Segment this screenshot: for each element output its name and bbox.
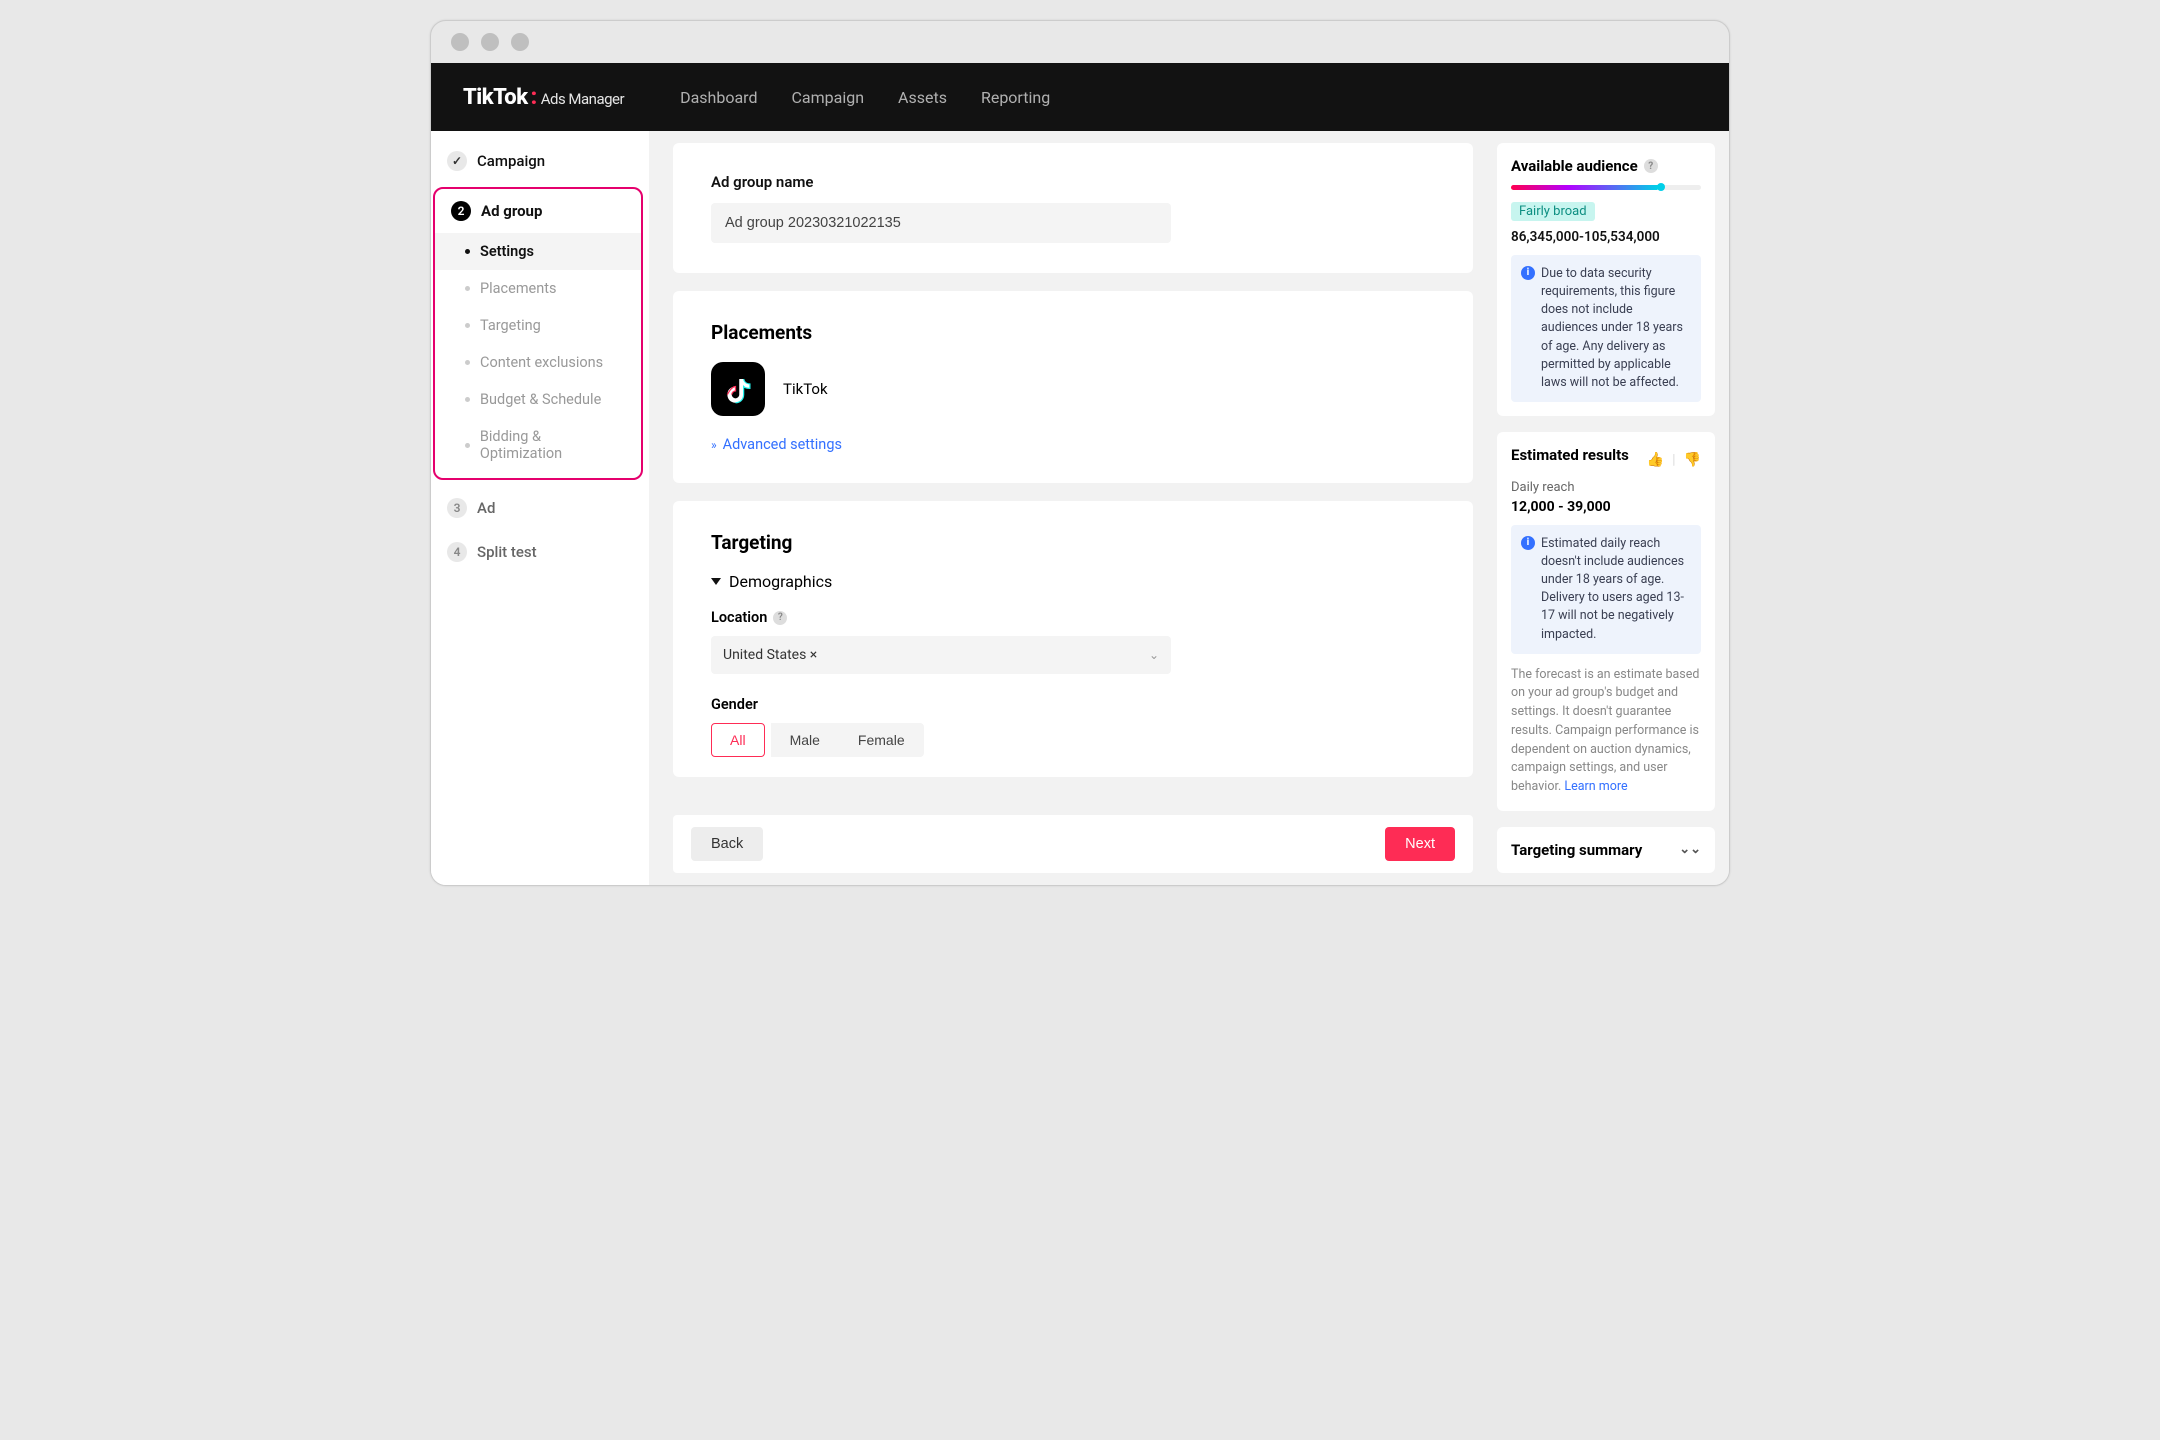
chevron-double-down-icon: » bbox=[711, 438, 717, 452]
gender-female-button[interactable]: Female bbox=[839, 723, 924, 757]
info-icon: i bbox=[1521, 536, 1535, 550]
forecast-text: The forecast is an estimate based on you… bbox=[1511, 666, 1701, 797]
window-control-close[interactable] bbox=[451, 33, 469, 51]
audience-info-text: Due to data security requirements, this … bbox=[1541, 265, 1691, 392]
daily-reach-label: Daily reach bbox=[1511, 480, 1701, 495]
step-4-badge: 4 bbox=[447, 542, 467, 562]
thumbs-up-icon[interactable]: 👍 bbox=[1647, 452, 1664, 468]
sidebar-item-label: Settings bbox=[480, 243, 534, 260]
gender-all-button[interactable]: All bbox=[711, 723, 765, 757]
placements-title: Placements bbox=[711, 321, 1435, 344]
help-icon[interactable]: ? bbox=[1644, 159, 1658, 173]
step-campaign[interactable]: ✓ Campaign bbox=[431, 139, 649, 183]
brand-sub: Ads Manager bbox=[541, 90, 624, 108]
step-campaign-label: Campaign bbox=[477, 152, 545, 170]
demographics-toggle[interactable]: Demographics bbox=[711, 572, 1435, 591]
sidebar-item-bidding[interactable]: Bidding & Optimization bbox=[435, 418, 641, 472]
sidebar-item-label: Content exclusions bbox=[480, 354, 603, 371]
window-titlebar bbox=[431, 21, 1729, 63]
sidebar-item-budget[interactable]: Budget & Schedule bbox=[435, 381, 641, 418]
location-select[interactable]: United States × ⌄ bbox=[711, 636, 1171, 674]
tiktok-app-icon bbox=[711, 362, 765, 416]
gender-segmented: All Male Female bbox=[711, 723, 1435, 757]
window-control-max[interactable] bbox=[511, 33, 529, 51]
placement-tiktok-label: TikTok bbox=[783, 380, 828, 398]
step-adgroup-label: Ad group bbox=[481, 202, 542, 220]
estimated-info-box: i Estimated daily reach doesn't include … bbox=[1511, 525, 1701, 654]
advanced-settings-label: Advanced settings bbox=[723, 436, 842, 453]
brand-name: TikTok bbox=[463, 85, 528, 110]
audience-gauge bbox=[1511, 185, 1701, 190]
steps-sidebar: ✓ Campaign 2 Ad group Settings Placement… bbox=[431, 131, 649, 885]
step-splittest-label: Split test bbox=[477, 543, 537, 561]
targeting-title: Targeting bbox=[711, 531, 1435, 554]
advanced-settings-toggle[interactable]: » Advanced settings bbox=[711, 436, 1435, 453]
demographics-label: Demographics bbox=[729, 572, 832, 591]
chevron-down-icon: ⌄ bbox=[1149, 648, 1159, 662]
footer-actions: Back Next bbox=[673, 815, 1473, 873]
nav-dashboard[interactable]: Dashboard bbox=[680, 88, 757, 107]
location-selected: United States × bbox=[723, 647, 817, 663]
step-ad[interactable]: 3 Ad bbox=[431, 486, 649, 530]
top-nav: TikTok: Ads Manager Dashboard Campaign A… bbox=[431, 63, 1729, 131]
sidebar-item-targeting[interactable]: Targeting bbox=[435, 307, 641, 344]
main-column: Ad group name Placements TikTok » Advanc… bbox=[649, 131, 1497, 885]
help-icon[interactable]: ? bbox=[773, 611, 787, 625]
thumbs-down-icon[interactable]: 👎 bbox=[1684, 452, 1701, 468]
step-ad-label: Ad bbox=[477, 499, 495, 517]
gender-label: Gender bbox=[711, 696, 758, 713]
nav-assets[interactable]: Assets bbox=[898, 88, 947, 107]
step-adgroup[interactable]: 2 Ad group bbox=[435, 189, 641, 233]
step-3-badge: 3 bbox=[447, 498, 467, 518]
window-control-min[interactable] bbox=[481, 33, 499, 51]
caret-down-icon bbox=[711, 578, 721, 585]
back-button[interactable]: Back bbox=[691, 827, 763, 861]
sidebar-item-label: Targeting bbox=[480, 317, 541, 334]
sidebar-item-label: Bidding & Optimization bbox=[480, 428, 623, 462]
check-icon: ✓ bbox=[447, 151, 467, 171]
audience-breadth-chip: Fairly broad bbox=[1511, 202, 1595, 221]
step-2-badge: 2 bbox=[451, 201, 471, 221]
targeting-summary-toggle[interactable]: Targeting summary ⌄⌄ bbox=[1497, 827, 1715, 873]
targeting-summary-label: Targeting summary bbox=[1511, 841, 1642, 859]
location-label: Location bbox=[711, 609, 767, 626]
estimated-info-text: Estimated daily reach doesn't include au… bbox=[1541, 535, 1691, 644]
nav-reporting[interactable]: Reporting bbox=[981, 88, 1050, 107]
nav-campaign[interactable]: Campaign bbox=[791, 88, 864, 107]
estimated-title: Estimated results bbox=[1511, 446, 1629, 464]
card-available-audience: Available audience ? Fairly broad 86,345… bbox=[1497, 143, 1715, 416]
sidebar-item-label: Budget & Schedule bbox=[480, 391, 601, 408]
sidebar-item-settings[interactable]: Settings bbox=[435, 233, 641, 270]
card-adgroup-name: Ad group name bbox=[673, 143, 1473, 273]
brand-colon: : bbox=[531, 85, 537, 110]
daily-reach-value: 12,000 - 39,000 bbox=[1511, 499, 1701, 515]
card-estimated-results: Estimated results 👍 | 👎 Daily reach 12,0… bbox=[1497, 432, 1715, 811]
available-audience-title: Available audience bbox=[1511, 157, 1638, 175]
browser-window: TikTok: Ads Manager Dashboard Campaign A… bbox=[430, 20, 1730, 886]
audience-range: 86,345,000-105,534,000 bbox=[1511, 229, 1701, 245]
next-button[interactable]: Next bbox=[1385, 827, 1455, 861]
info-icon: i bbox=[1521, 266, 1535, 280]
step-splittest[interactable]: 4 Split test bbox=[431, 530, 649, 574]
sidebar-item-content-excl[interactable]: Content exclusions bbox=[435, 344, 641, 381]
learn-more-link[interactable]: Learn more bbox=[1564, 779, 1627, 794]
chevron-double-down-icon: ⌄⌄ bbox=[1679, 842, 1701, 857]
card-targeting: Targeting Demographics Location ? United… bbox=[673, 501, 1473, 777]
right-column: Available audience ? Fairly broad 86,345… bbox=[1497, 131, 1729, 885]
adgroup-name-label: Ad group name bbox=[711, 173, 1435, 191]
adgroup-name-input[interactable] bbox=[711, 203, 1171, 243]
gender-male-button[interactable]: Male bbox=[771, 723, 839, 757]
card-placements: Placements TikTok » Advanced settings bbox=[673, 291, 1473, 483]
sidebar-item-placements[interactable]: Placements bbox=[435, 270, 641, 307]
brand-logo: TikTok: Ads Manager bbox=[463, 85, 624, 110]
sidebar-item-label: Placements bbox=[480, 280, 556, 297]
audience-info-box: i Due to data security requirements, thi… bbox=[1511, 255, 1701, 402]
adgroup-highlight: 2 Ad group Settings Placements Targeting… bbox=[433, 187, 643, 480]
